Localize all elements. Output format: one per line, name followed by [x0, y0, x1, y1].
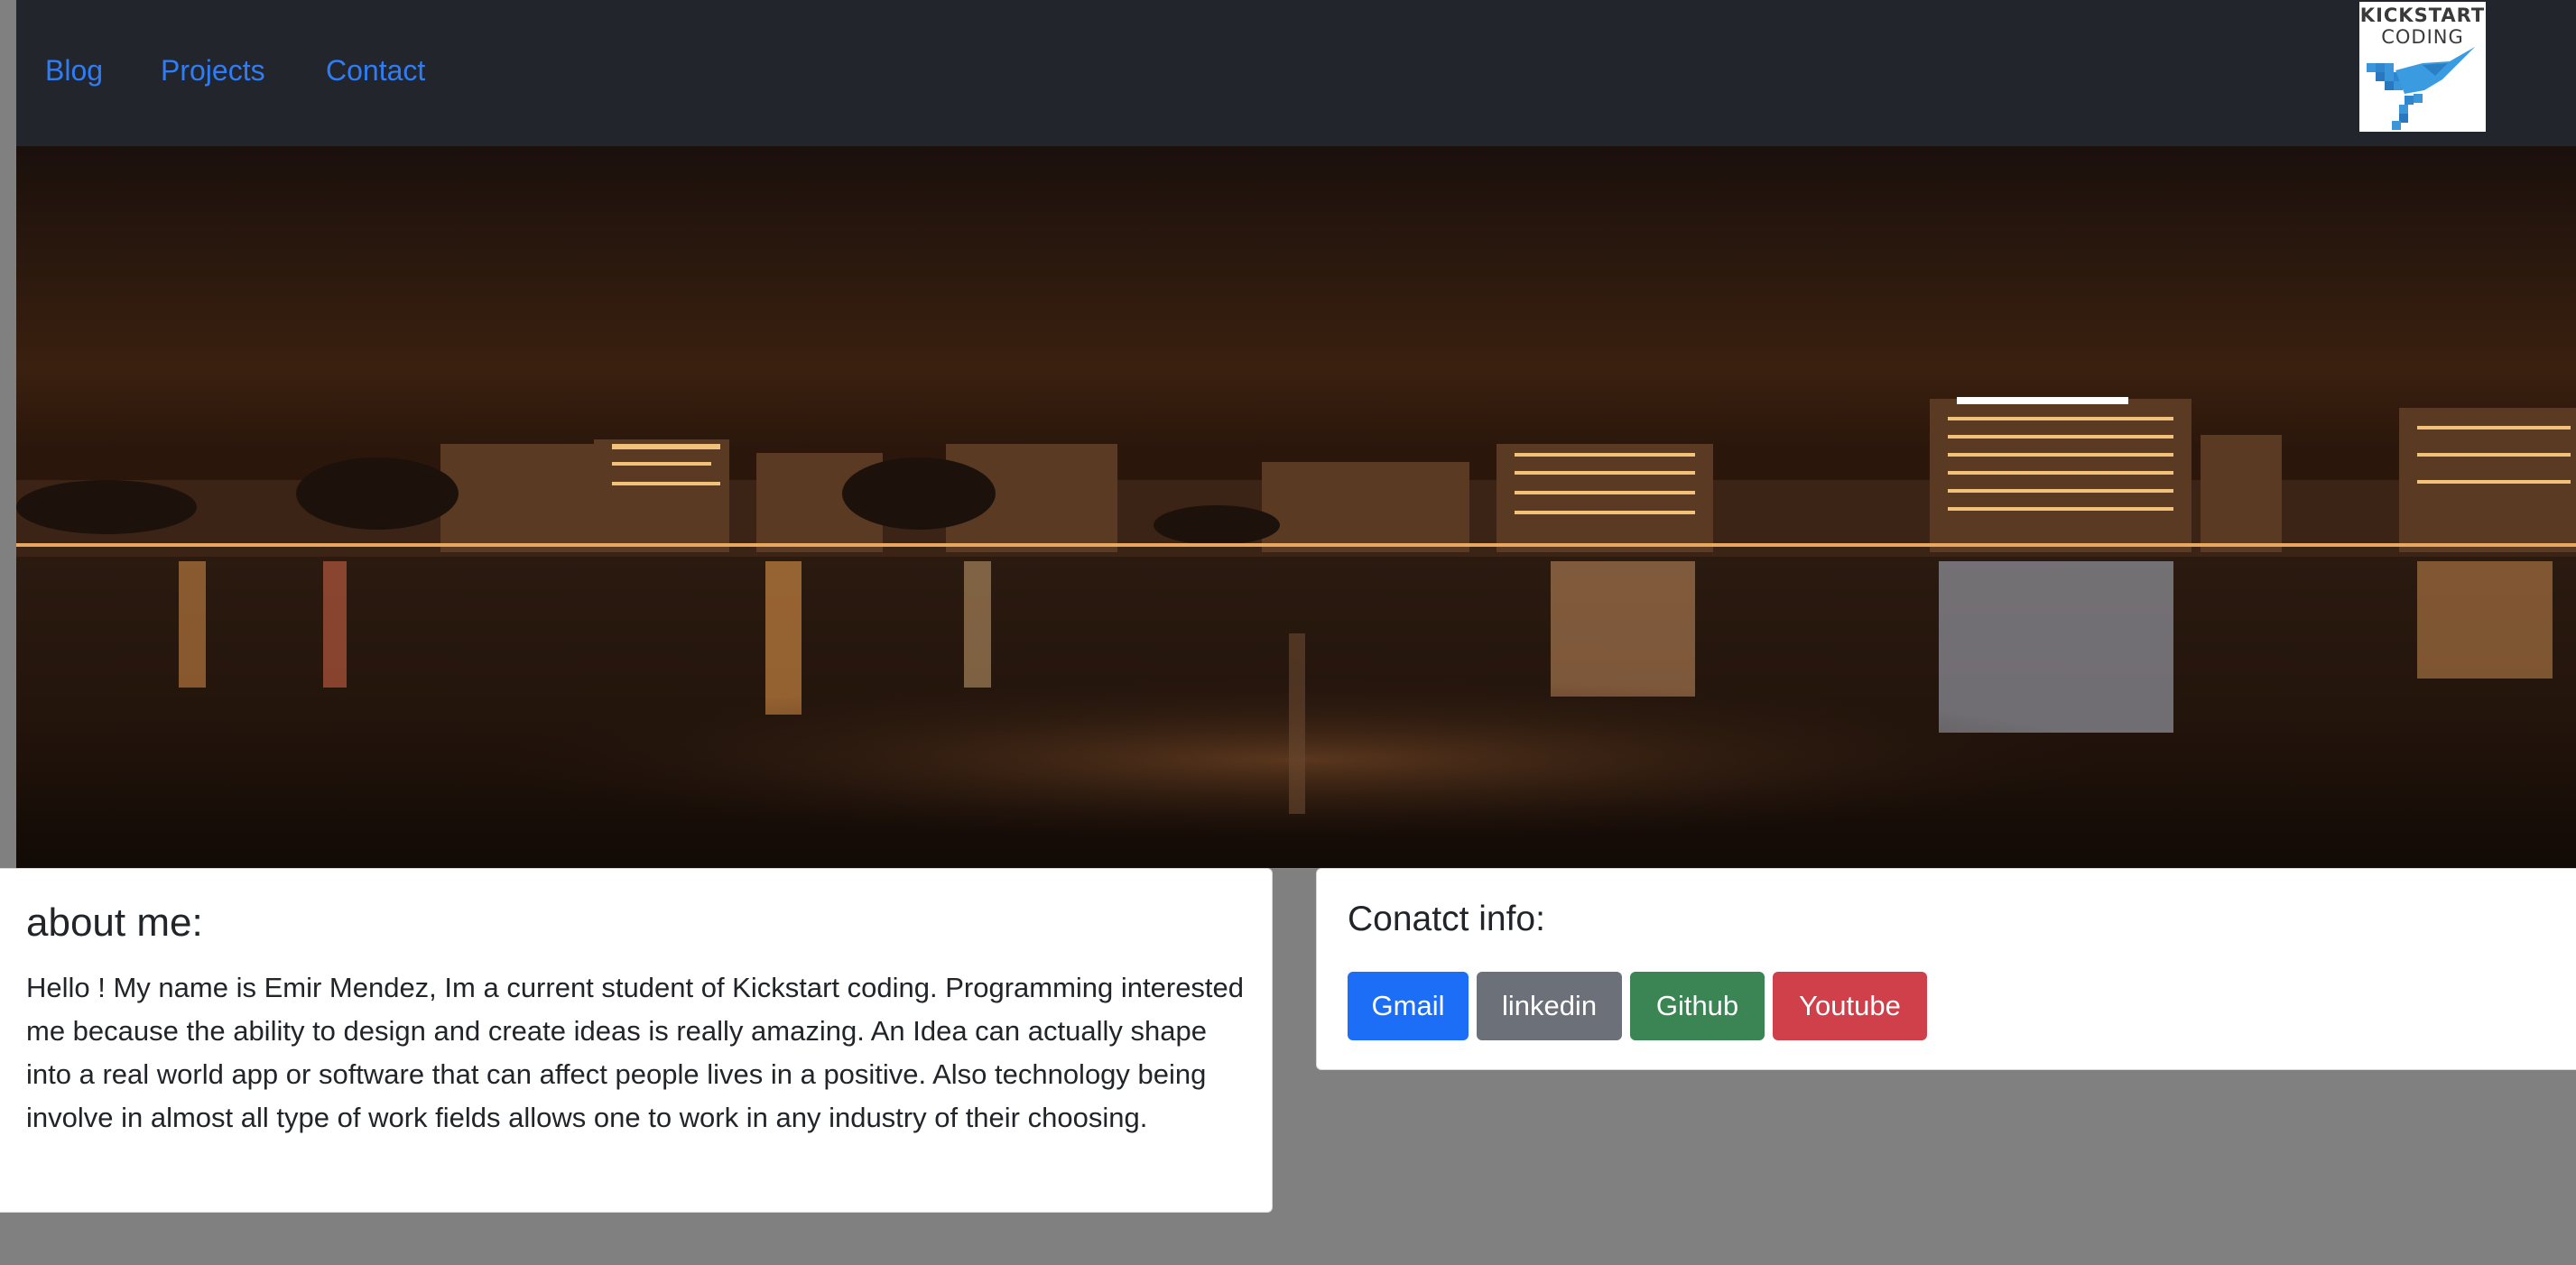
logo-text-line1: KICKSTART [2359, 5, 2486, 26]
about-me-title: about me: [26, 900, 203, 945]
contact-button-row: Gmail linkedin Github Youtube [1348, 972, 1927, 1040]
about-me-card: about me: Hello ! My name is Emir Mendez… [0, 868, 1273, 1213]
youtube-button[interactable]: Youtube [1773, 972, 1927, 1040]
github-button[interactable]: Github [1630, 972, 1765, 1040]
contact-info-card: Conatct info: Gmail linkedin Github Yout… [1316, 868, 2576, 1070]
page: Blog Projects Contact KICKSTART CODING a… [0, 0, 2576, 1265]
kickstart-coding-logo[interactable]: KICKSTART CODING [2359, 2, 2486, 132]
hummingbird-icon [2367, 47, 2475, 130]
navbar: Blog Projects Contact KICKSTART CODING [16, 0, 2576, 146]
nav-link-blog[interactable]: Blog [45, 52, 103, 88]
nav-link-projects[interactable]: Projects [161, 52, 265, 88]
about-me-text: Hello ! My name is Emir Mendez, Im a cur… [26, 972, 1245, 1133]
gmail-button[interactable]: Gmail [1348, 972, 1469, 1040]
contact-info-title: Conatct info: [1348, 900, 1545, 938]
hero-image-city-skyline [16, 146, 2576, 868]
nav-link-contact[interactable]: Contact [326, 52, 425, 88]
linkedin-button[interactable]: linkedin [1477, 972, 1622, 1040]
